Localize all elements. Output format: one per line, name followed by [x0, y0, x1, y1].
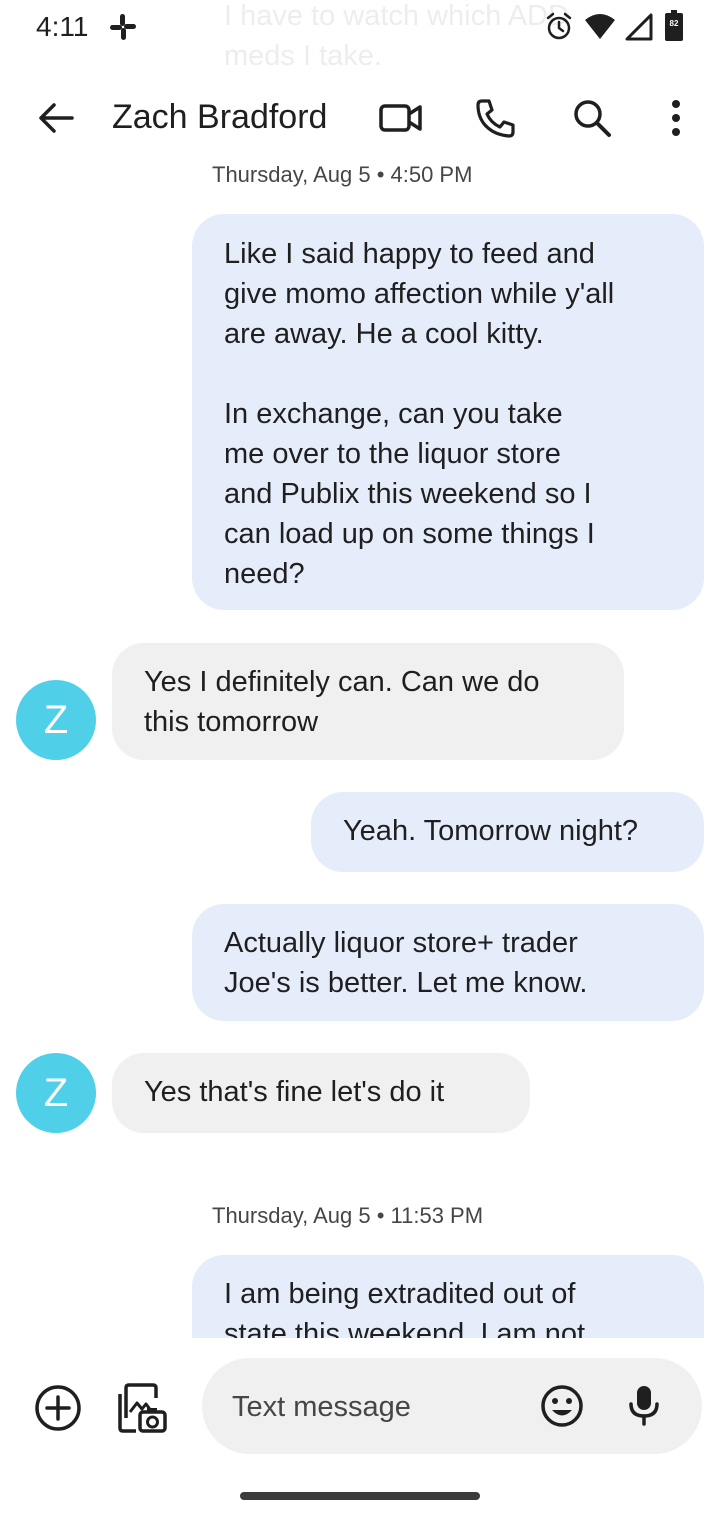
search-icon [574, 100, 611, 137]
avatar[interactable]: Z [16, 680, 96, 760]
contact-name-title[interactable]: Zach Bradford [112, 96, 327, 138]
message-text: Like I said happy to feed and give momo … [224, 238, 615, 590]
battery-level: 82 [669, 19, 679, 28]
outgoing-message[interactable]: Like I said happy to feed and give momo … [192, 214, 704, 610]
battery-icon: 82 [664, 10, 684, 42]
incoming-message[interactable]: Yes I definitely can. Can we do this tom… [112, 643, 624, 760]
add-circle-icon [35, 1385, 81, 1431]
message-text: Yeah. Tomorrow night? [343, 815, 639, 847]
microphone-icon [629, 1386, 659, 1426]
video-call-button[interactable] [378, 98, 424, 138]
status-time: 4:11 [36, 11, 89, 42]
more-options-button[interactable] [664, 96, 688, 140]
voice-input-button[interactable] [628, 1384, 660, 1428]
more-vert-icon [672, 100, 680, 136]
avatar[interactable]: Z [16, 1053, 96, 1133]
phone-icon [476, 99, 515, 138]
signal-icon [624, 12, 654, 42]
emoji-button[interactable] [540, 1384, 584, 1428]
message-list[interactable]: Thursday, Aug 5 • 4:50 PM Like I said ha… [0, 160, 720, 1338]
message-text: I am being extradited out of state this … [224, 1278, 586, 1338]
message-text: Yes I definitely can. Can we do this tom… [144, 666, 540, 738]
gallery-button[interactable] [116, 1382, 168, 1434]
emoji-icon [541, 1385, 583, 1427]
outgoing-message[interactable]: Actually liquor store+ trader Joe's is b… [192, 904, 704, 1021]
slack-icon [108, 12, 138, 42]
outgoing-message[interactable]: Yeah. Tomorrow night? [311, 792, 704, 872]
gallery-camera-icon [118, 1383, 167, 1433]
previous-message-ghost: I have to watch which ADD meds I take. [224, 0, 569, 72]
video-call-icon [379, 104, 422, 132]
search-button[interactable] [570, 96, 614, 140]
wifi-icon [584, 12, 616, 42]
outgoing-message[interactable]: I am being extradited out of state this … [192, 1255, 704, 1338]
alarm-icon [544, 12, 574, 42]
back-button[interactable] [34, 96, 78, 140]
timestamp: Thursday, Aug 5 • 11:53 PM [212, 1203, 484, 1228]
incoming-message[interactable]: Yes that's fine let's do it [112, 1053, 530, 1133]
message-text: Yes that's fine let's do it [144, 1076, 445, 1108]
timestamp-clipped: Thursday, Aug 5 • 4:50 PM [212, 162, 473, 187]
back-arrow-icon [39, 103, 74, 133]
message-text: Actually liquor store+ trader Joe's is b… [224, 927, 588, 999]
phone-button[interactable] [474, 96, 518, 140]
message-input-placeholder: Text message [232, 1391, 411, 1423]
add-attachment-button[interactable] [34, 1384, 82, 1432]
home-gesture-bar[interactable] [240, 1492, 480, 1500]
